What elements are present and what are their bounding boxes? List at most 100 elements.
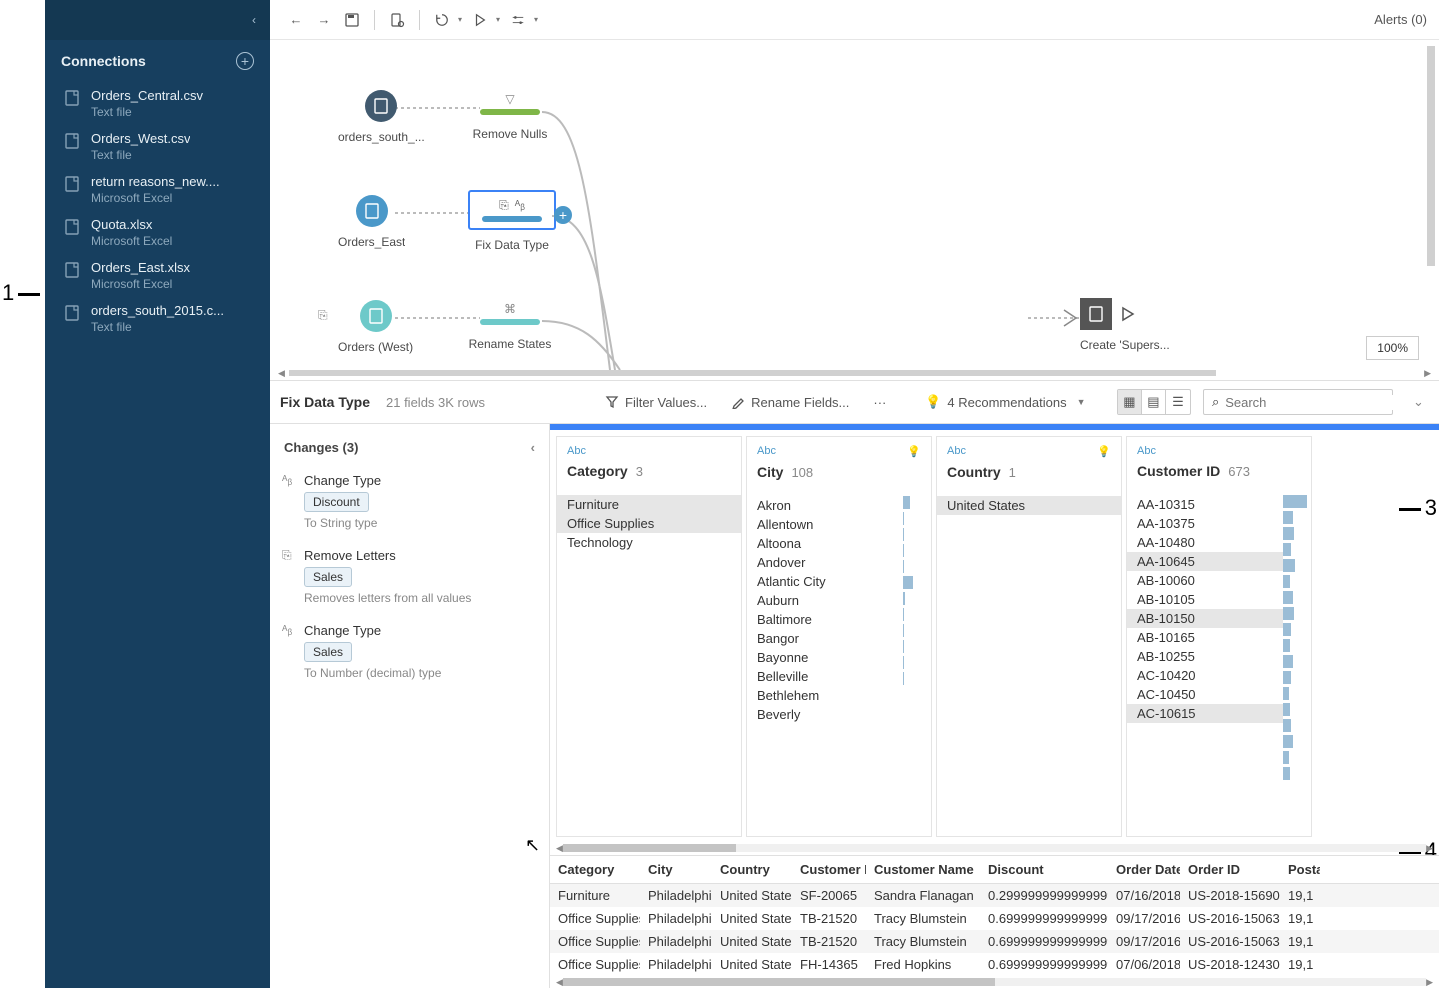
profile-value[interactable]: Technology <box>557 533 741 552</box>
connection-item[interactable]: orders_south_2015.c... Text file <box>45 297 270 340</box>
alerts-label[interactable]: Alerts (0) <box>1374 12 1427 27</box>
collapse-sidebar-button[interactable]: ‹ <box>252 13 256 27</box>
flow-input-orders-east[interactable]: Orders_East <box>338 195 405 249</box>
filter-values-button[interactable]: Filter Values... <box>599 391 713 414</box>
collapse-changes-button[interactable]: ‹ <box>531 440 535 455</box>
view-profile-button[interactable]: ▦ <box>1118 390 1142 414</box>
connection-item[interactable]: Quota.xlsx Microsoft Excel <box>45 211 270 254</box>
save-button[interactable] <box>340 8 364 32</box>
data-sample-button[interactable] <box>385 8 409 32</box>
profile-value[interactable]: Allentown <box>747 515 903 534</box>
change-item[interactable]: ᴬᵦ Change Type Sales To Number (decimal)… <box>278 617 541 692</box>
settings-dropdown[interactable]: ▾ <box>534 15 538 24</box>
column-header[interactable]: Customer Name <box>866 856 980 883</box>
settings-icon[interactable] <box>506 8 530 32</box>
profile-value[interactable]: Auburn <box>747 591 903 610</box>
profile-value[interactable]: Andover <box>747 553 903 572</box>
collapse-panel-button[interactable]: ⌄ <box>1413 394 1424 410</box>
profile-value[interactable]: AA-10375 <box>1127 514 1283 533</box>
profile-value[interactable]: Baltimore <box>747 610 903 629</box>
grid-scrollbar-horizontal[interactable]: ◀▶ <box>550 976 1439 988</box>
run-output-icon[interactable] <box>1120 306 1136 322</box>
table-row[interactable]: Office SuppliesPhiladelphiaUnited States… <box>550 953 1439 976</box>
profile-value[interactable]: AB-10165 <box>1127 628 1283 647</box>
column-header[interactable]: Postal <box>1280 856 1320 883</box>
field-name: Category <box>567 463 628 479</box>
rename-fields-button[interactable]: Rename Fields... <box>725 391 855 414</box>
field-type-label: Abc <box>1137 445 1156 457</box>
flow-canvas[interactable]: orders_south_... Orders_East ⎘ Orders (W… <box>270 40 1439 380</box>
profile-value[interactable]: AA-10315 <box>1127 495 1283 514</box>
column-header[interactable]: Country <box>712 856 792 883</box>
recommendation-icon[interactable]: 💡 <box>907 445 921 458</box>
profile-value[interactable]: AC-10420 <box>1127 666 1283 685</box>
profile-value[interactable]: AC-10450 <box>1127 685 1283 704</box>
view-list-button[interactable]: ☰ <box>1166 390 1190 414</box>
profile-value[interactable]: AA-10645 <box>1127 552 1283 571</box>
profile-value[interactable]: Bangor <box>747 629 903 648</box>
profile-value[interactable]: AC-10615 <box>1127 704 1283 723</box>
search-input[interactable] <box>1225 395 1401 410</box>
run-flow-button[interactable] <box>468 8 492 32</box>
search-box[interactable]: ⌕ <box>1203 389 1393 415</box>
refresh-button[interactable] <box>430 8 454 32</box>
profile-value[interactable]: AB-10255 <box>1127 647 1283 666</box>
run-dropdown[interactable]: ▾ <box>496 15 500 24</box>
profile-card[interactable]: Abc💡 City108 AkronAllentownAltoonaAndove… <box>746 436 932 837</box>
profile-value[interactable]: Belleville <box>747 667 903 686</box>
table-cell: 0.69999999999999996 <box>980 907 1108 930</box>
profile-value[interactable]: Beverly <box>747 705 903 724</box>
connection-name: Quota.xlsx <box>91 217 172 232</box>
add-step-button[interactable]: + <box>554 206 572 224</box>
canvas-scrollbar-horizontal[interactable]: ◀▶ <box>278 368 1431 378</box>
zoom-level[interactable]: 100% <box>1366 336 1419 360</box>
profile-value[interactable]: Altoona <box>747 534 903 553</box>
table-row[interactable]: FurniturePhiladelphiaUnited StatesSF-200… <box>550 884 1439 907</box>
flow-input-orders-west[interactable]: ⎘ Orders (West) <box>338 300 413 354</box>
flow-step-fix-data-type[interactable]: ⎘ᴬᵦ + Fix Data Type <box>468 190 556 252</box>
column-header[interactable]: Order Date <box>1108 856 1180 883</box>
recommendations-button[interactable]: 💡 4 Recommendations ▼ <box>919 390 1091 414</box>
column-header[interactable]: Category <box>550 856 640 883</box>
column-header[interactable]: City <box>640 856 712 883</box>
profile-card[interactable]: Abc Category3 FurnitureOffice SuppliesTe… <box>556 436 742 837</box>
flow-step-rename-states[interactable]: ⌘ Rename States <box>468 298 552 351</box>
profile-value[interactable]: AB-10105 <box>1127 590 1283 609</box>
connection-item[interactable]: Orders_Central.csv Text file <box>45 82 270 125</box>
profile-scrollbar-horizontal[interactable]: ◀▶ <box>550 841 1439 855</box>
more-options-button[interactable]: ··· <box>867 391 892 414</box>
table-row[interactable]: Office SuppliesPhiladelphiaUnited States… <box>550 930 1439 953</box>
change-item[interactable]: ⎘ Remove Letters Sales Removes letters f… <box>278 542 541 617</box>
profile-value[interactable]: Bayonne <box>747 648 903 667</box>
profile-value[interactable]: Akron <box>747 496 903 515</box>
profile-value[interactable]: AB-10060 <box>1127 571 1283 590</box>
add-connection-button[interactable]: + <box>236 52 254 70</box>
view-grid-button[interactable]: ▤ <box>1142 390 1166 414</box>
profile-value[interactable]: Atlantic City <box>747 572 903 591</box>
profile-value[interactable]: Bethlehem <box>747 686 903 705</box>
connection-item[interactable]: return reasons_new.... Microsoft Excel <box>45 168 270 211</box>
profile-value[interactable]: Furniture <box>557 495 741 514</box>
change-item[interactable]: ᴬᵦ Change Type Discount To String type <box>278 467 541 542</box>
profile-value[interactable]: AA-10480 <box>1127 533 1283 552</box>
profile-value[interactable]: United States <box>937 496 1121 515</box>
profile-value[interactable]: Office Supplies <box>557 514 741 533</box>
column-header[interactable]: Order ID <box>1180 856 1280 883</box>
connection-item[interactable]: Orders_East.xlsx Microsoft Excel <box>45 254 270 297</box>
table-row[interactable]: Office SuppliesPhiladelphiaUnited States… <box>550 907 1439 930</box>
back-button[interactable]: ← <box>284 8 308 32</box>
forward-button[interactable]: → <box>312 8 336 32</box>
column-header[interactable]: Customer ID <box>792 856 866 883</box>
column-header[interactable]: Discount <box>980 856 1108 883</box>
connection-item[interactable]: Orders_West.csv Text file <box>45 125 270 168</box>
flow-output-node[interactable]: Create 'Supers... <box>1080 298 1170 352</box>
profile-card[interactable]: Abc💡 Country1 United States <box>936 436 1122 837</box>
refresh-dropdown[interactable]: ▾ <box>458 15 462 24</box>
flow-input-orders-south[interactable]: orders_south_... <box>338 90 425 144</box>
flow-step-remove-nulls[interactable]: ▽ Remove Nulls <box>468 88 552 141</box>
recommendation-icon[interactable]: 💡 <box>1097 445 1111 458</box>
profile-card[interactable]: Abc Customer ID673 AA-10315AA-10375AA-10… <box>1126 436 1312 837</box>
changes-title: Changes (3) <box>284 440 358 455</box>
change-description: To String type <box>304 516 535 530</box>
profile-value[interactable]: AB-10150 <box>1127 609 1283 628</box>
